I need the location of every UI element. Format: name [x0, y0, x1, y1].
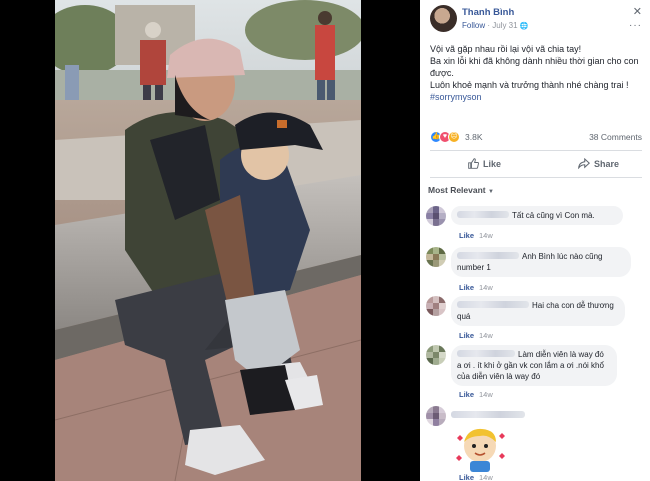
close-icon[interactable]: ✕ — [633, 5, 642, 18]
post-header: Thanh Bình Follow · July 31 🌐 ✕ ··· — [420, 0, 650, 40]
share-label: Share — [594, 159, 620, 169]
post-line: Luôn khoẻ mạnh và trưởng thành nhé chàng… — [430, 80, 629, 90]
comment-actions: Like 14w — [459, 331, 493, 340]
post-text: Vội vã gặp nhau rồi lại vội vã chia tay!… — [430, 43, 642, 103]
commenter-avatar[interactable] — [426, 345, 446, 365]
sort-dropdown[interactable]: Most Relevant ▼ — [428, 185, 494, 195]
more-options-icon[interactable]: ··· — [629, 20, 642, 31]
sort-label: Most Relevant — [428, 185, 486, 195]
sad-reaction-icon: ☹ — [448, 131, 460, 143]
comment-count[interactable]: 38 Comments — [589, 132, 642, 142]
post-date[interactable]: July 31 — [492, 21, 517, 30]
comment-actions: Like 14w — [459, 231, 493, 240]
action-bar: Like Share — [430, 150, 642, 178]
author-avatar[interactable] — [430, 5, 457, 32]
post-photo[interactable] — [55, 0, 361, 481]
chevron-down-icon: ▼ — [488, 189, 494, 195]
comment-actions: Like 14w — [459, 390, 493, 399]
globe-icon: 🌐 — [519, 23, 529, 30]
commenter-name-redacted[interactable] — [457, 350, 515, 357]
follow-link[interactable]: Follow — [462, 21, 485, 30]
photo-viewer: Thanh Bình Follow · July 31 🌐 ✕ ··· Vội … — [0, 0, 650, 481]
comment-bubble: Tất cả cũng vì Con mà. — [451, 206, 623, 225]
hashtag-link[interactable]: #sorrymyson — [430, 91, 642, 103]
comment-time[interactable]: 14w — [479, 231, 493, 240]
comment-actions: Like 14w — [459, 473, 493, 481]
post-line: Vội vã gặp nhau rồi lại vội vã chia tay! — [430, 44, 582, 54]
commenter-avatar[interactable] — [426, 296, 446, 316]
sticker-image[interactable] — [454, 424, 506, 472]
post-panel: Thanh Bình Follow · July 31 🌐 ✕ ··· Vội … — [420, 0, 650, 481]
photo-illustration — [55, 0, 361, 481]
commenter-avatar[interactable] — [426, 247, 446, 267]
share-arrow-icon — [578, 157, 591, 170]
comment-like-link[interactable]: Like — [459, 283, 474, 292]
comment-like-link[interactable]: Like — [459, 331, 474, 340]
post-line: Ba xin lỗi khi đã không dành nhiều thời … — [430, 56, 639, 78]
commenter-avatar[interactable] — [426, 206, 446, 226]
commenter-name-redacted[interactable] — [451, 411, 525, 418]
author-name[interactable]: Thanh Bình — [462, 7, 514, 18]
share-button[interactable]: Share — [578, 157, 620, 170]
comment-text: Tất cả cũng vì Con mà. — [512, 211, 595, 220]
comment-like-link[interactable]: Like — [459, 231, 474, 240]
reactions-summary[interactable]: 👍 ♥ ☹ 3.8K 38 Comments — [430, 131, 642, 145]
commenter-avatar[interactable] — [426, 406, 446, 426]
photo-area[interactable] — [0, 0, 420, 481]
comment-time[interactable]: 14w — [479, 283, 493, 292]
post-meta: Follow · July 31 🌐 — [462, 21, 529, 30]
comment-like-link[interactable]: Like — [459, 390, 474, 399]
comment-time[interactable]: 14w — [479, 390, 493, 399]
commenter-name-redacted[interactable] — [457, 301, 529, 308]
comment-time[interactable]: 14w — [479, 331, 493, 340]
comment-bubble: Hai cha con dễ thương quá — [451, 296, 625, 326]
reaction-count[interactable]: 3.8K — [465, 132, 483, 142]
commenter-name-redacted[interactable] — [457, 211, 509, 218]
comment-bubble: Anh Bình lúc nào cũng number 1 — [451, 247, 631, 277]
commenter-name-redacted[interactable] — [457, 252, 519, 259]
comment-time[interactable]: 14w — [479, 473, 493, 481]
like-button[interactable]: Like — [468, 158, 501, 169]
comment-bubble — [451, 406, 531, 425]
comment-bubble: Làm diễn viên là way đó a ơi . ít khi ở … — [451, 345, 617, 386]
like-label: Like — [483, 159, 502, 169]
thumbs-up-icon — [468, 158, 479, 169]
comment-actions: Like 14w — [459, 283, 493, 292]
comment-like-link[interactable]: Like — [459, 473, 474, 481]
